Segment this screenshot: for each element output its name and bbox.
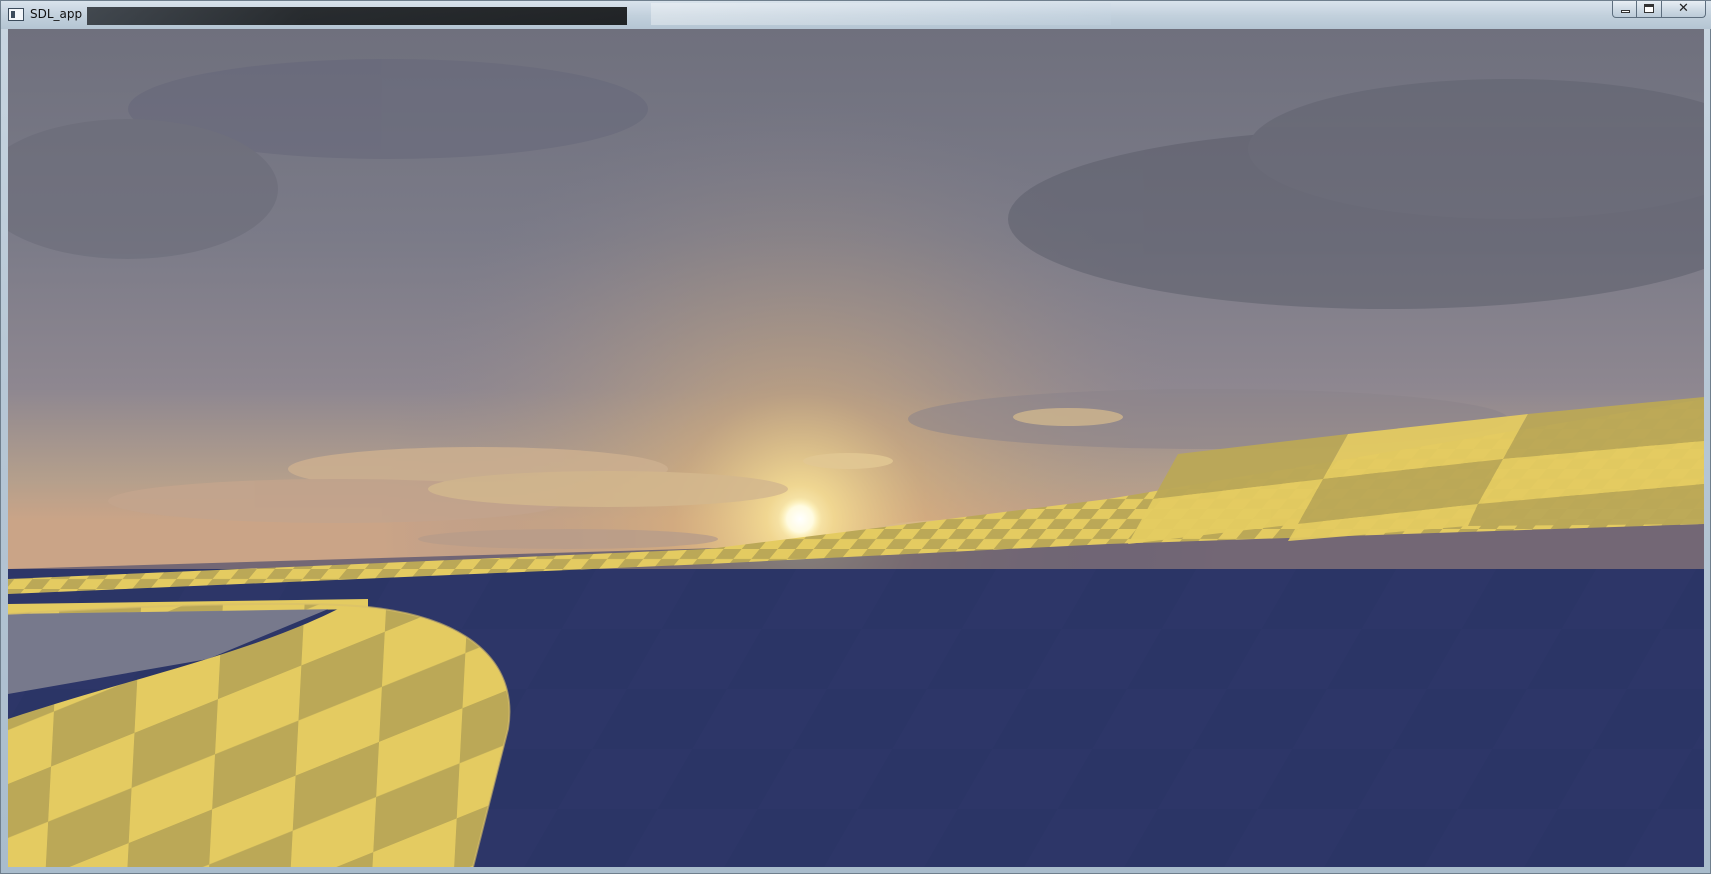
title-bar[interactable]: SDL_app ✕ (1, 1, 1711, 29)
maximize-button[interactable] (1637, 1, 1662, 18)
sun (778, 497, 822, 541)
maximize-icon (1644, 4, 1654, 13)
window-frame: SDL_app ✕ (0, 0, 1711, 874)
scene-canvas (8, 29, 1704, 867)
minimize-button[interactable] (1612, 1, 1637, 18)
close-button[interactable]: ✕ (1662, 1, 1706, 18)
render-viewport[interactable] (8, 29, 1704, 867)
background-blur-region (87, 7, 627, 25)
caption-buttons: ✕ (1612, 1, 1706, 20)
app-window-icon[interactable] (8, 8, 24, 21)
minimize-icon (1621, 10, 1630, 13)
close-icon: ✕ (1678, 1, 1689, 16)
window-title: SDL_app (30, 7, 83, 21)
background-blur-region-2 (651, 3, 1111, 25)
